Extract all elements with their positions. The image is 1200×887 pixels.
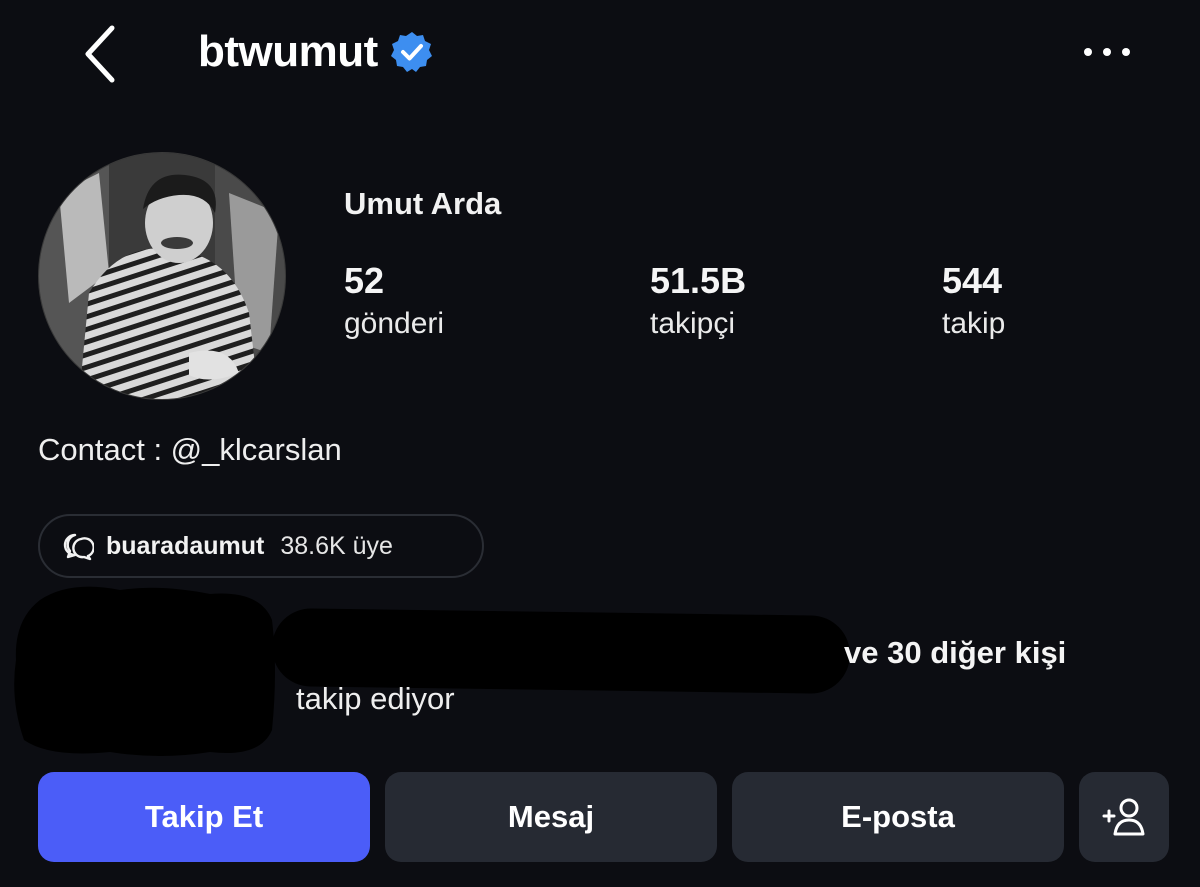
add-person-icon <box>1102 798 1145 836</box>
suggest-users-button[interactable] <box>1079 772 1169 862</box>
chevron-left-icon <box>85 25 115 83</box>
stat-posts-value: 52 <box>344 260 385 301</box>
followed-by-others: ve 30 diğer kişi <box>844 635 1067 670</box>
verified-badge-icon <box>390 32 432 72</box>
stat-followers-label: takipçi <box>650 307 736 340</box>
stat-following-value: 544 <box>942 260 1003 301</box>
followed-by-suffix: takip ediyor <box>296 681 455 716</box>
redacted-mutual-avatars <box>14 586 275 756</box>
profile-avatar[interactable] <box>38 152 286 400</box>
follow-button[interactable]: Takip Et <box>38 772 370 862</box>
stat-posts-label: gönderi <box>344 307 445 340</box>
display-name: Umut Arda <box>344 186 502 221</box>
profile-header-title: btwumut <box>198 22 434 82</box>
avatar-photo <box>39 153 285 399</box>
stat-posts[interactable]: 52 gönderi <box>344 260 444 344</box>
back-button[interactable] <box>76 22 132 86</box>
more-options-button[interactable] <box>1080 36 1136 68</box>
followed-by-text[interactable]: ve 30 diğer kişi takip ediyor <box>296 630 1116 722</box>
stat-followers-value: 51.5B <box>650 260 747 301</box>
profile-bio: Contact : @_klcarslan <box>38 432 342 467</box>
message-button[interactable]: Mesaj <box>385 772 717 862</box>
channel-member-count: 38.6K üye <box>280 531 393 560</box>
broadcast-channel-icon <box>63 533 94 561</box>
username: btwumut <box>198 27 378 76</box>
more-horizontal-icon <box>1084 48 1130 56</box>
broadcast-channel-link[interactable]: buaradaumut 38.6K üye <box>38 514 484 578</box>
channel-name: buaradaumut <box>106 531 265 560</box>
stat-followers[interactable]: 51.5B takipçi <box>650 260 746 344</box>
stat-following[interactable]: 544 takip <box>942 260 1005 344</box>
email-button[interactable]: E-posta <box>732 772 1064 862</box>
stat-following-label: takip <box>942 307 1006 340</box>
